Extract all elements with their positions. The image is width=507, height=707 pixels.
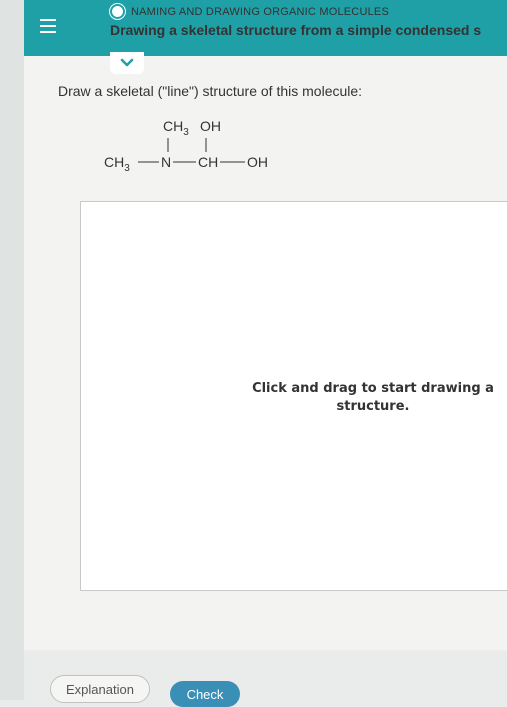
nitrogen-atom: N [161, 154, 171, 170]
hydroxyl-right: OH [247, 154, 268, 170]
left-edge [0, 0, 24, 700]
chevron-down-icon [120, 58, 134, 67]
canvas-hint: Click and drag to start drawing a struct… [252, 381, 494, 414]
methyl-group-top: CH3 [163, 118, 189, 138]
explanation-button[interactable]: Explanation [50, 675, 150, 703]
collapse-toggle[interactable] [110, 52, 144, 74]
progress-circle-icon [110, 4, 125, 19]
menu-icon[interactable] [28, 6, 68, 46]
condensed-structure: CH3 OH CH3 N CH OH [104, 118, 268, 174]
topic-row: NAMING AND DRAWING ORGANIC MOLECULES [110, 4, 389, 19]
check-button[interactable]: Check [170, 681, 240, 707]
methyl-group-left: CH3 [104, 154, 130, 174]
topic-label: NAMING AND DRAWING ORGANIC MOLECULES [131, 5, 389, 18]
hydroxyl-top: OH [200, 118, 221, 134]
page-title: Drawing a skeletal structure from a simp… [110, 22, 482, 38]
drawing-canvas[interactable]: Click and drag to start drawing a struct… [80, 201, 507, 591]
ch-group: CH [198, 154, 218, 170]
question-prompt: Draw a skeletal ("line") structure of th… [58, 83, 363, 99]
